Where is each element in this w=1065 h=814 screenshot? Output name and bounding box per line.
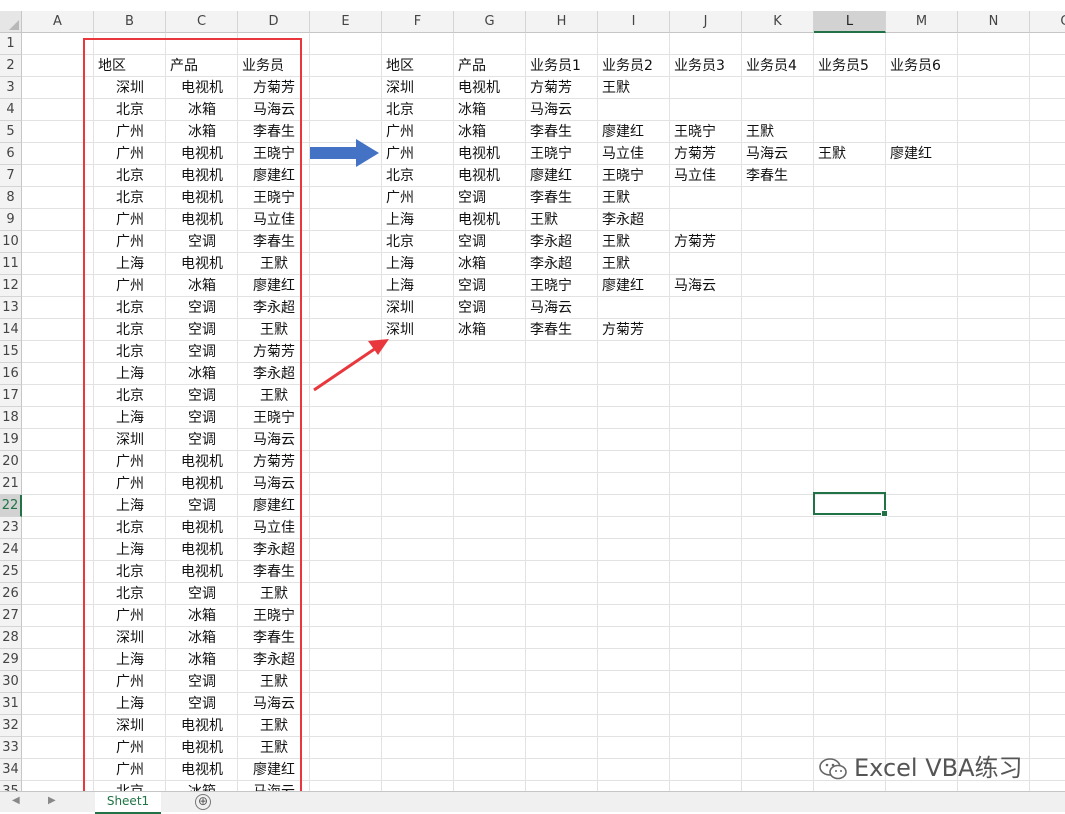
blue-right-arrow	[310, 139, 379, 167]
watermark-text: Excel VBA练习	[854, 754, 1023, 782]
red-arrow-line	[313, 346, 377, 392]
fill-handle[interactable]	[881, 510, 888, 517]
watermark: Excel VBA练习	[818, 748, 1023, 783]
spreadsheet: ABCDEFGHIJKLMNO 123456789101112131415161…	[0, 0, 1065, 814]
sheet-tab-bar: ◀ ▶ Sheet1 ⊕	[0, 791, 1065, 814]
add-sheet-icon[interactable]: ⊕	[195, 794, 211, 810]
active-cell-L22[interactable]	[813, 492, 888, 517]
scroll-left-icon[interactable]: ◀	[12, 795, 20, 806]
scroll-right-icon[interactable]: ▶	[48, 795, 56, 806]
arrows-overlay	[310, 139, 389, 392]
wechat-icon	[819, 758, 847, 780]
